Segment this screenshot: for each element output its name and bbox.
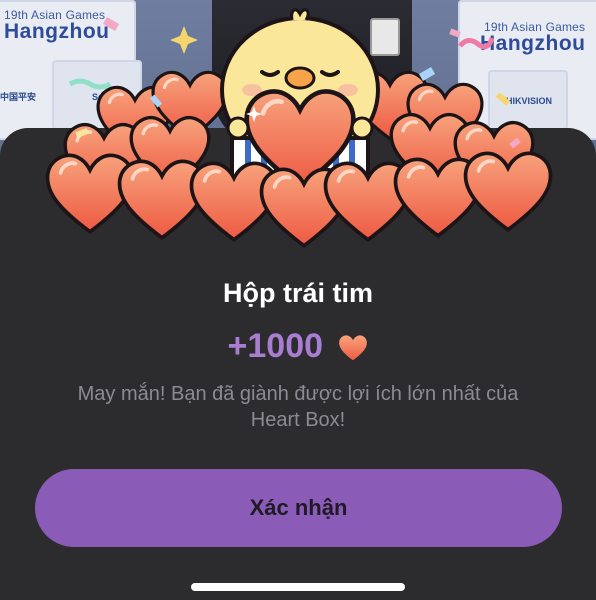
dialog-description: May mắn! Bạn đã giành được lợi ích lớn n… [48,381,548,433]
confirm-button[interactable]: Xác nhận [35,469,562,547]
heart-box-illustration [45,8,553,248]
reward-amount: +1000 [227,327,324,365]
heart-decoration [117,159,207,240]
dialog-title: Hộp trái tim [222,278,373,308]
heart-decoration [463,151,553,232]
reward-amount-row: +1000 [0,327,596,366]
heart-icon [339,335,368,361]
description-line-2: Heart Box! [250,409,346,431]
home-indicator[interactable] [191,583,405,591]
description-line-1: May mắn! Bạn đã giành được lợi ích lớn n… [77,383,519,405]
